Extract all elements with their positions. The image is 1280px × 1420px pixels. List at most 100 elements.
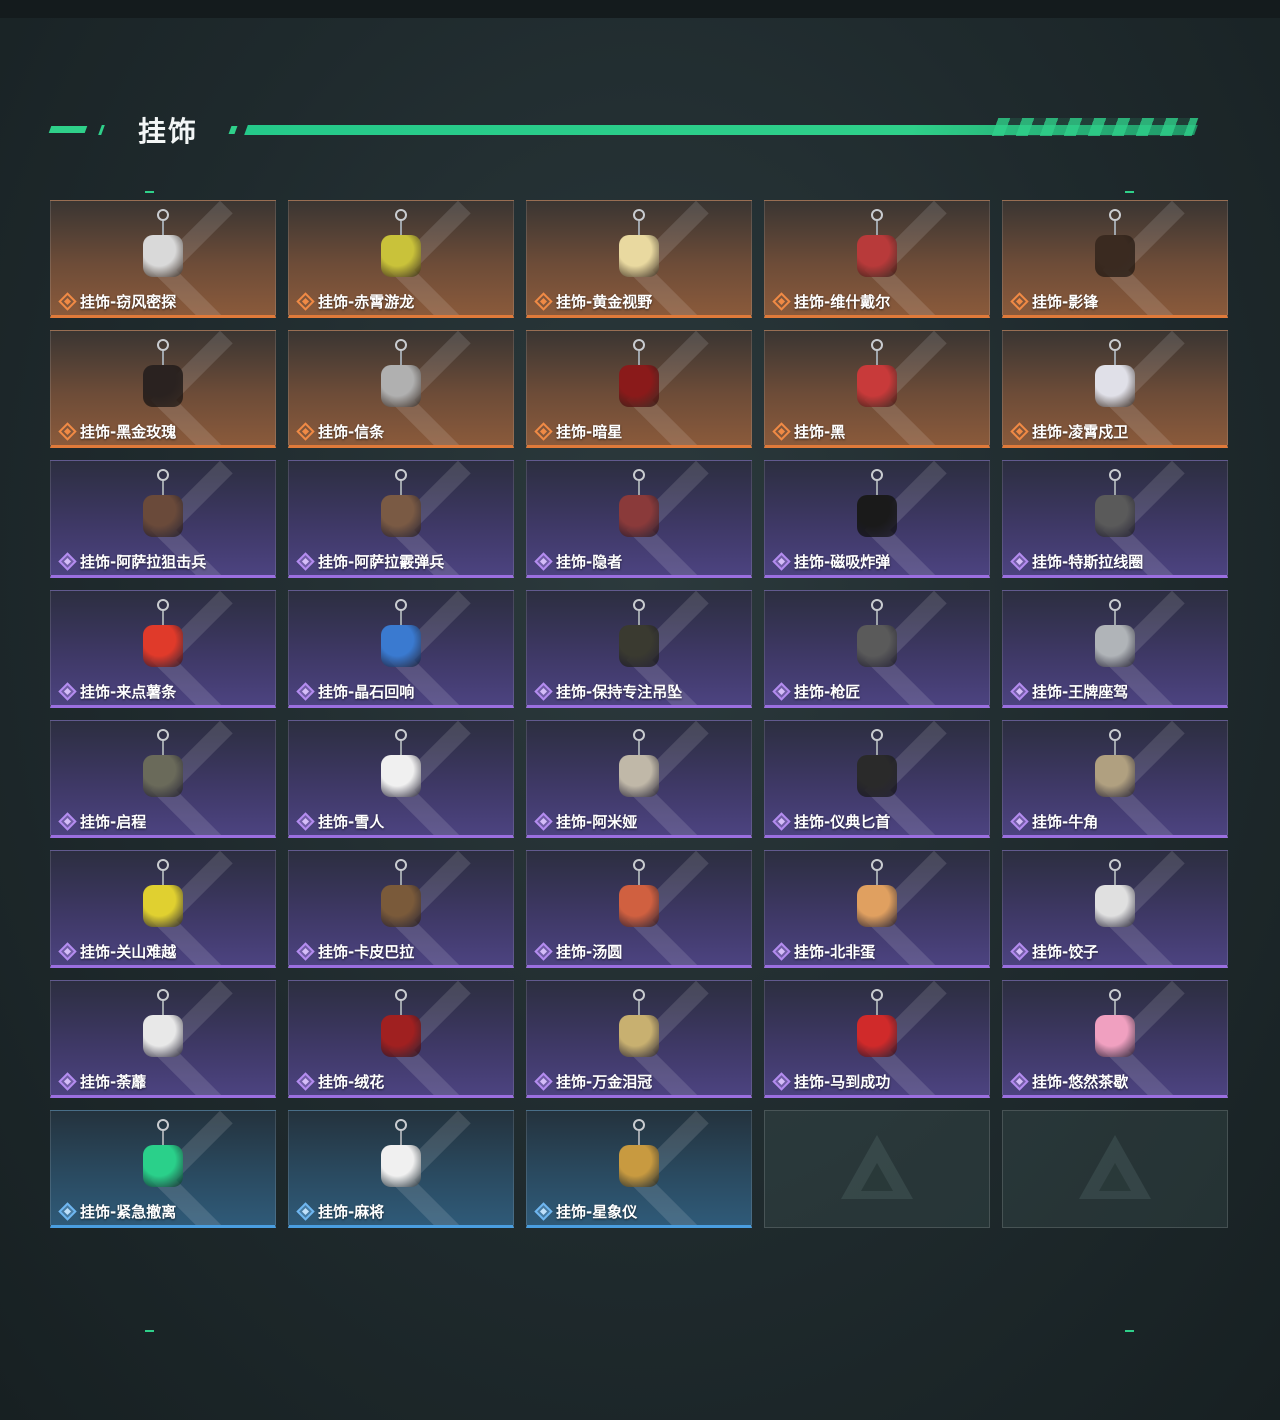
charm-card[interactable]: 挂饰-牛角 (1002, 720, 1228, 838)
charm-card[interactable]: 挂饰-凌霄戍卫 (1002, 330, 1228, 448)
key-ring-icon (871, 469, 883, 481)
charm-body-icon (1095, 885, 1135, 927)
charm-name: 挂饰-阿萨拉狙击兵 (80, 553, 207, 571)
charm-card[interactable]: 挂饰-阿米娅 (526, 720, 752, 838)
charm-label: 挂饰-饺子 (1010, 941, 1098, 962)
charm-card[interactable]: 挂饰-荼蘼 (50, 980, 276, 1098)
charm-card[interactable]: 挂饰-维什戴尔 (764, 200, 990, 318)
key-ring-icon (395, 859, 407, 871)
charm-label: 挂饰-晶石回响 (296, 681, 414, 702)
charm-name: 挂饰-黄金视野 (556, 293, 653, 311)
charm-body-icon (857, 755, 897, 797)
charm-label: 挂饰-信条 (296, 421, 384, 442)
charm-label: 挂饰-牛角 (1010, 811, 1099, 832)
key-ring-icon (1109, 339, 1121, 351)
charm-card[interactable]: 挂饰-万金泪冠 (526, 980, 752, 1098)
key-ring-icon (633, 729, 645, 741)
charm-card[interactable]: 挂饰-来点薯条 (50, 590, 276, 708)
chain-icon (400, 1131, 402, 1145)
charm-label: 挂饰-阿米娅 (534, 811, 637, 832)
charm-label: 挂饰-万金泪冠 (534, 1071, 652, 1092)
charm-card[interactable]: 挂饰-保持专注吊坠 (526, 590, 752, 708)
charm-body-icon (381, 1015, 421, 1057)
charm-card[interactable]: 挂饰-雪人 (288, 720, 514, 838)
charm-card[interactable]: 挂饰-绒花 (288, 980, 514, 1098)
charm-card[interactable]: 挂饰-阿萨拉霰弹兵 (288, 460, 514, 578)
charm-card[interactable]: 挂饰-阿萨拉狙击兵 (50, 460, 276, 578)
placeholder-logo-inner (1099, 1163, 1131, 1191)
charm-card[interactable]: 挂饰-黑 (764, 330, 990, 448)
corner-marker (1125, 1330, 1134, 1332)
charm-body-icon (1095, 755, 1135, 797)
rarity-diamond-icon (58, 1072, 77, 1091)
charm-image (850, 859, 904, 939)
charm-name: 挂饰-暗星 (556, 423, 623, 441)
charm-card[interactable]: 挂饰-磁吸炸弹 (764, 460, 990, 578)
charm-card[interactable]: 挂饰-窃风密探 (50, 200, 276, 318)
charm-label: 挂饰-北非蛋 (772, 941, 875, 962)
charm-card[interactable]: 挂饰-暗星 (526, 330, 752, 448)
rarity-diamond-icon (296, 292, 315, 311)
charm-card[interactable]: 挂饰-赤霄游龙 (288, 200, 514, 318)
charm-card[interactable]: 挂饰-紧急撤离 (50, 1110, 276, 1228)
chain-icon (162, 1001, 164, 1015)
key-ring-icon (1109, 859, 1121, 871)
charm-body-icon (619, 1015, 659, 1057)
charm-card[interactable]: 挂饰-黑金玫瑰 (50, 330, 276, 448)
charm-card[interactable]: 挂饰-马到成功 (764, 980, 990, 1098)
charm-card[interactable]: 挂饰-晶石回响 (288, 590, 514, 708)
key-ring-icon (1109, 209, 1121, 221)
charm-body-icon (619, 625, 659, 667)
charm-card[interactable]: 挂饰-悠然茶歇 (1002, 980, 1228, 1098)
charm-name: 挂饰-荼蘼 (80, 1073, 147, 1091)
charm-card[interactable]: 挂饰-枪匠 (764, 590, 990, 708)
rarity-diamond-icon (58, 942, 77, 961)
key-ring-icon (633, 599, 645, 611)
charm-card[interactable]: 挂饰-麻将 (288, 1110, 514, 1228)
key-ring-icon (157, 989, 169, 1001)
charm-card[interactable]: 挂饰-仪典匕首 (764, 720, 990, 838)
charm-card[interactable]: 挂饰-北非蛋 (764, 850, 990, 968)
charm-card[interactable]: 挂饰-关山难越 (50, 850, 276, 968)
charm-card[interactable]: 挂饰-汤圆 (526, 850, 752, 968)
charm-name: 挂饰-牛角 (1032, 813, 1099, 831)
header-accent-tick (228, 126, 238, 134)
key-ring-icon (633, 859, 645, 871)
charm-name: 挂饰-维什戴尔 (794, 293, 891, 311)
charm-body-icon (143, 755, 183, 797)
charm-image (612, 209, 666, 289)
chain-icon (400, 351, 402, 365)
charm-card[interactable]: 挂饰-特斯拉线圈 (1002, 460, 1228, 578)
charm-body-icon (857, 1015, 897, 1057)
charm-image (850, 469, 904, 549)
charm-card[interactable]: 挂饰-卡皮巴拉 (288, 850, 514, 968)
charm-body-icon (857, 365, 897, 407)
key-ring-icon (157, 599, 169, 611)
charm-body-icon (857, 625, 897, 667)
charm-image (1088, 729, 1142, 809)
charm-image (136, 209, 190, 289)
charm-card[interactable]: 挂饰-星象仪 (526, 1110, 752, 1228)
charm-card[interactable]: 挂饰-隐者 (526, 460, 752, 578)
key-ring-icon (395, 989, 407, 1001)
charm-card[interactable]: 挂饰-影锋 (1002, 200, 1228, 318)
key-ring-icon (633, 209, 645, 221)
key-ring-icon (871, 859, 883, 871)
charm-body-icon (143, 365, 183, 407)
charm-image (850, 989, 904, 1069)
chain-icon (876, 221, 878, 235)
header-accent-bar (48, 126, 88, 133)
charm-body-icon (143, 495, 183, 537)
charm-card[interactable]: 挂饰-信条 (288, 330, 514, 448)
charm-label: 挂饰-磁吸炸弹 (772, 551, 890, 572)
rarity-diamond-icon (296, 1202, 315, 1221)
charm-card[interactable]: 挂饰-饺子 (1002, 850, 1228, 968)
key-ring-icon (395, 339, 407, 351)
charm-card[interactable]: 挂饰-王牌座驾 (1002, 590, 1228, 708)
rarity-diamond-icon (1010, 682, 1029, 701)
chain-icon (400, 611, 402, 625)
charm-card[interactable]: 挂饰-黄金视野 (526, 200, 752, 318)
charm-body-icon (143, 885, 183, 927)
charm-image (1088, 339, 1142, 419)
charm-card[interactable]: 挂饰-启程 (50, 720, 276, 838)
